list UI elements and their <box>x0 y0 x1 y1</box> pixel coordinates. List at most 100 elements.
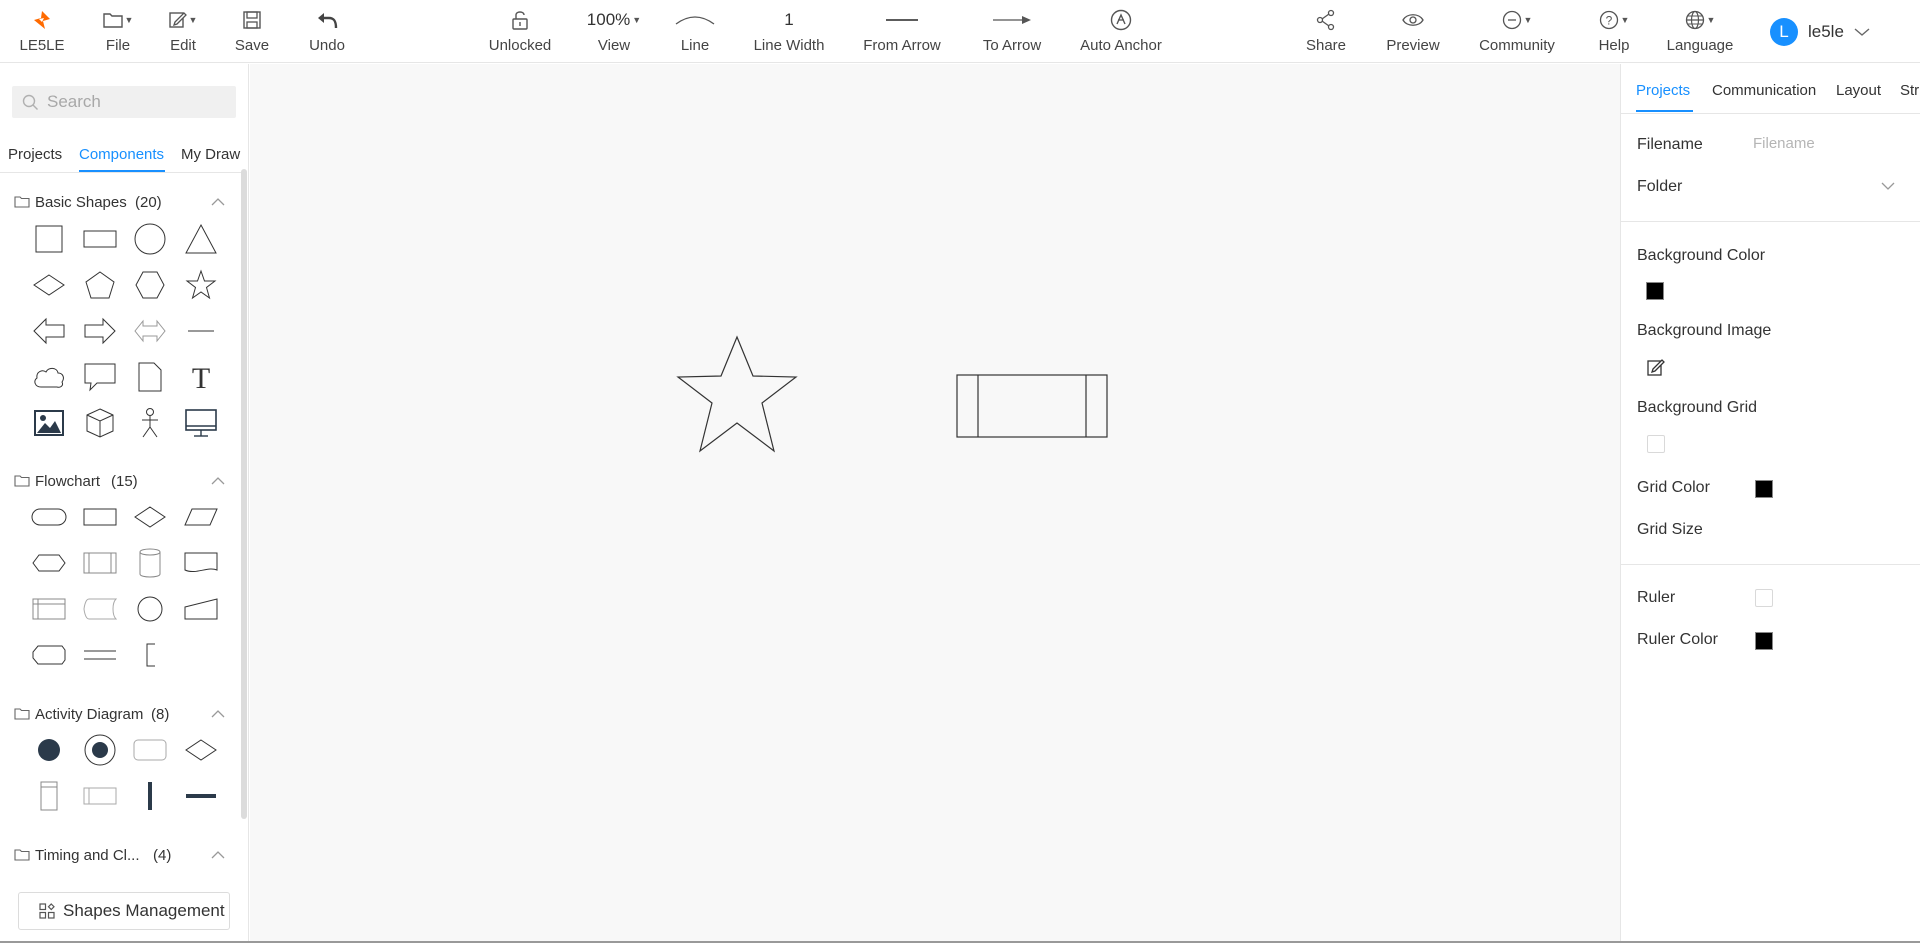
decision-shape[interactable] <box>130 499 170 535</box>
chevron-up-icon <box>211 710 225 718</box>
process-shape[interactable] <box>80 499 120 535</box>
line-shape[interactable] <box>181 313 221 349</box>
preparation-shape[interactable] <box>29 545 69 581</box>
manual-input-shape[interactable] <box>181 591 221 627</box>
section-timing-and-class[interactable]: Timing and Cl... (4) <box>0 841 240 869</box>
text-shape[interactable]: T <box>181 359 221 395</box>
fork-horizontal-shape[interactable] <box>181 778 221 814</box>
stored-data-shape[interactable] <box>80 591 120 627</box>
top-toolbar: LE5LE ▼ File ▼ Edit Save Undo Unlocked 1… <box>0 0 1920 63</box>
tab-projects[interactable]: Projects <box>1636 82 1690 99</box>
edit-label: Edit <box>170 37 196 54</box>
section-flowchart[interactable]: Flowchart (15) <box>0 467 240 495</box>
edit-menu[interactable]: ▼ Edit <box>166 6 200 58</box>
user-menu[interactable]: L le5le <box>1770 18 1870 46</box>
tab-components[interactable]: Components <box>79 146 164 163</box>
preview-button[interactable]: Preview <box>1385 6 1441 58</box>
ruler-color-swatch[interactable] <box>1755 632 1773 650</box>
from-arrow-select[interactable]: From Arrow <box>862 6 942 58</box>
share-button[interactable]: Share <box>1305 6 1347 58</box>
lock-toggle[interactable]: Unlocked <box>489 6 551 58</box>
tab-structure[interactable]: Str <box>1900 82 1919 99</box>
community-menu[interactable]: ▼ Community <box>1478 6 1556 58</box>
triangle-shape[interactable] <box>181 221 221 257</box>
save-button[interactable]: Save <box>234 6 270 58</box>
document-shape[interactable] <box>181 545 221 581</box>
section-title: Flowchart <box>35 472 101 490</box>
actor-shape[interactable] <box>130 405 170 441</box>
section-activity-diagram[interactable]: Activity Diagram (8) <box>0 700 240 728</box>
community-label: Community <box>1479 37 1555 54</box>
tab-my-draw[interactable]: My Draw <box>181 146 240 163</box>
view-menu[interactable]: 100% ▼ View <box>587 6 641 58</box>
tab-communication[interactable]: Communication <box>1712 82 1816 99</box>
computer-shape[interactable] <box>181 405 221 441</box>
subprocess-shape[interactable] <box>80 545 120 581</box>
parallel-lines-shape[interactable] <box>80 637 120 673</box>
action-shape[interactable] <box>130 732 170 768</box>
caret-down-icon: ▼ <box>124 15 134 25</box>
swimlane-vertical-shape[interactable] <box>29 778 69 814</box>
line-width-select[interactable]: 1 Line Width <box>752 6 826 58</box>
caret-down-icon: ▼ <box>1620 15 1630 25</box>
file-shape[interactable] <box>130 359 170 395</box>
connector-shape[interactable] <box>130 591 170 627</box>
background-grid-checkbox[interactable] <box>1647 435 1665 453</box>
initial-node-shape[interactable] <box>29 732 69 768</box>
subprocess-node[interactable] <box>956 374 1108 438</box>
line-type-select[interactable]: Line <box>672 6 718 58</box>
to-arrow-label: To Arrow <box>982 37 1042 54</box>
activity-decision-shape[interactable] <box>181 732 221 768</box>
filename-input[interactable] <box>1753 135 1903 152</box>
hexagon-shape[interactable] <box>130 267 170 303</box>
view-label: View <box>597 37 631 54</box>
cube-shape[interactable] <box>80 405 120 441</box>
callout-shape[interactable] <box>80 359 120 395</box>
ruler-checkbox[interactable] <box>1755 589 1773 607</box>
drawing-canvas[interactable] <box>250 64 1620 943</box>
folder-icon <box>14 196 30 208</box>
image-shape[interactable] <box>29 405 69 441</box>
diamond-shape[interactable] <box>29 267 69 303</box>
file-menu[interactable]: ▼ File <box>100 6 136 58</box>
left-arrow-shape[interactable] <box>29 313 69 349</box>
section-basic-shapes[interactable]: Basic Shapes (20) <box>0 188 240 216</box>
rectangle-shape[interactable] <box>80 221 120 257</box>
edit-image-icon[interactable] <box>1647 358 1665 376</box>
database-shape[interactable] <box>130 545 170 581</box>
logo-button[interactable]: LE5LE <box>19 6 65 58</box>
undo-button[interactable]: Undo <box>308 6 346 58</box>
double-arrow-shape[interactable] <box>130 313 170 349</box>
search-input[interactable] <box>47 92 227 112</box>
auto-anchor-toggle[interactable]: Auto Anchor <box>1078 6 1164 58</box>
search-icon <box>22 94 38 110</box>
right-arrow-shape[interactable] <box>80 313 120 349</box>
annotation-shape[interactable] <box>130 637 170 673</box>
square-shape[interactable] <box>29 221 69 257</box>
pentagon-shape[interactable] <box>80 267 120 303</box>
star-shape[interactable] <box>181 267 221 303</box>
tab-layout[interactable]: Layout <box>1836 82 1881 99</box>
chevron-up-icon <box>211 851 225 859</box>
fork-vertical-shape[interactable] <box>130 778 170 814</box>
chevron-down-icon[interactable] <box>1881 181 1895 191</box>
svg-text:?: ? <box>1605 14 1612 28</box>
tab-projects[interactable]: Projects <box>8 146 62 163</box>
shapes-management-button[interactable]: Shapes Management <box>18 892 230 930</box>
background-color-swatch[interactable] <box>1646 282 1664 300</box>
display-shape[interactable] <box>29 637 69 673</box>
language-menu[interactable]: ▼ Language <box>1665 6 1735 58</box>
star-node[interactable] <box>676 335 798 453</box>
circle-shape[interactable] <box>130 221 170 257</box>
terminator-shape[interactable] <box>29 499 69 535</box>
help-menu[interactable]: ? ▼ Help <box>1595 6 1633 58</box>
to-arrow-select[interactable]: To Arrow <box>980 6 1044 58</box>
final-node-shape[interactable] <box>80 732 120 768</box>
cloud-shape[interactable] <box>29 359 69 395</box>
swimlane-horizontal-shape[interactable] <box>80 778 120 814</box>
internal-storage-shape[interactable] <box>29 591 69 627</box>
data-shape[interactable] <box>181 499 221 535</box>
caret-down-icon: ▼ <box>1706 15 1716 25</box>
grid-color-swatch[interactable] <box>1755 480 1773 498</box>
scrollbar[interactable] <box>241 169 247 819</box>
